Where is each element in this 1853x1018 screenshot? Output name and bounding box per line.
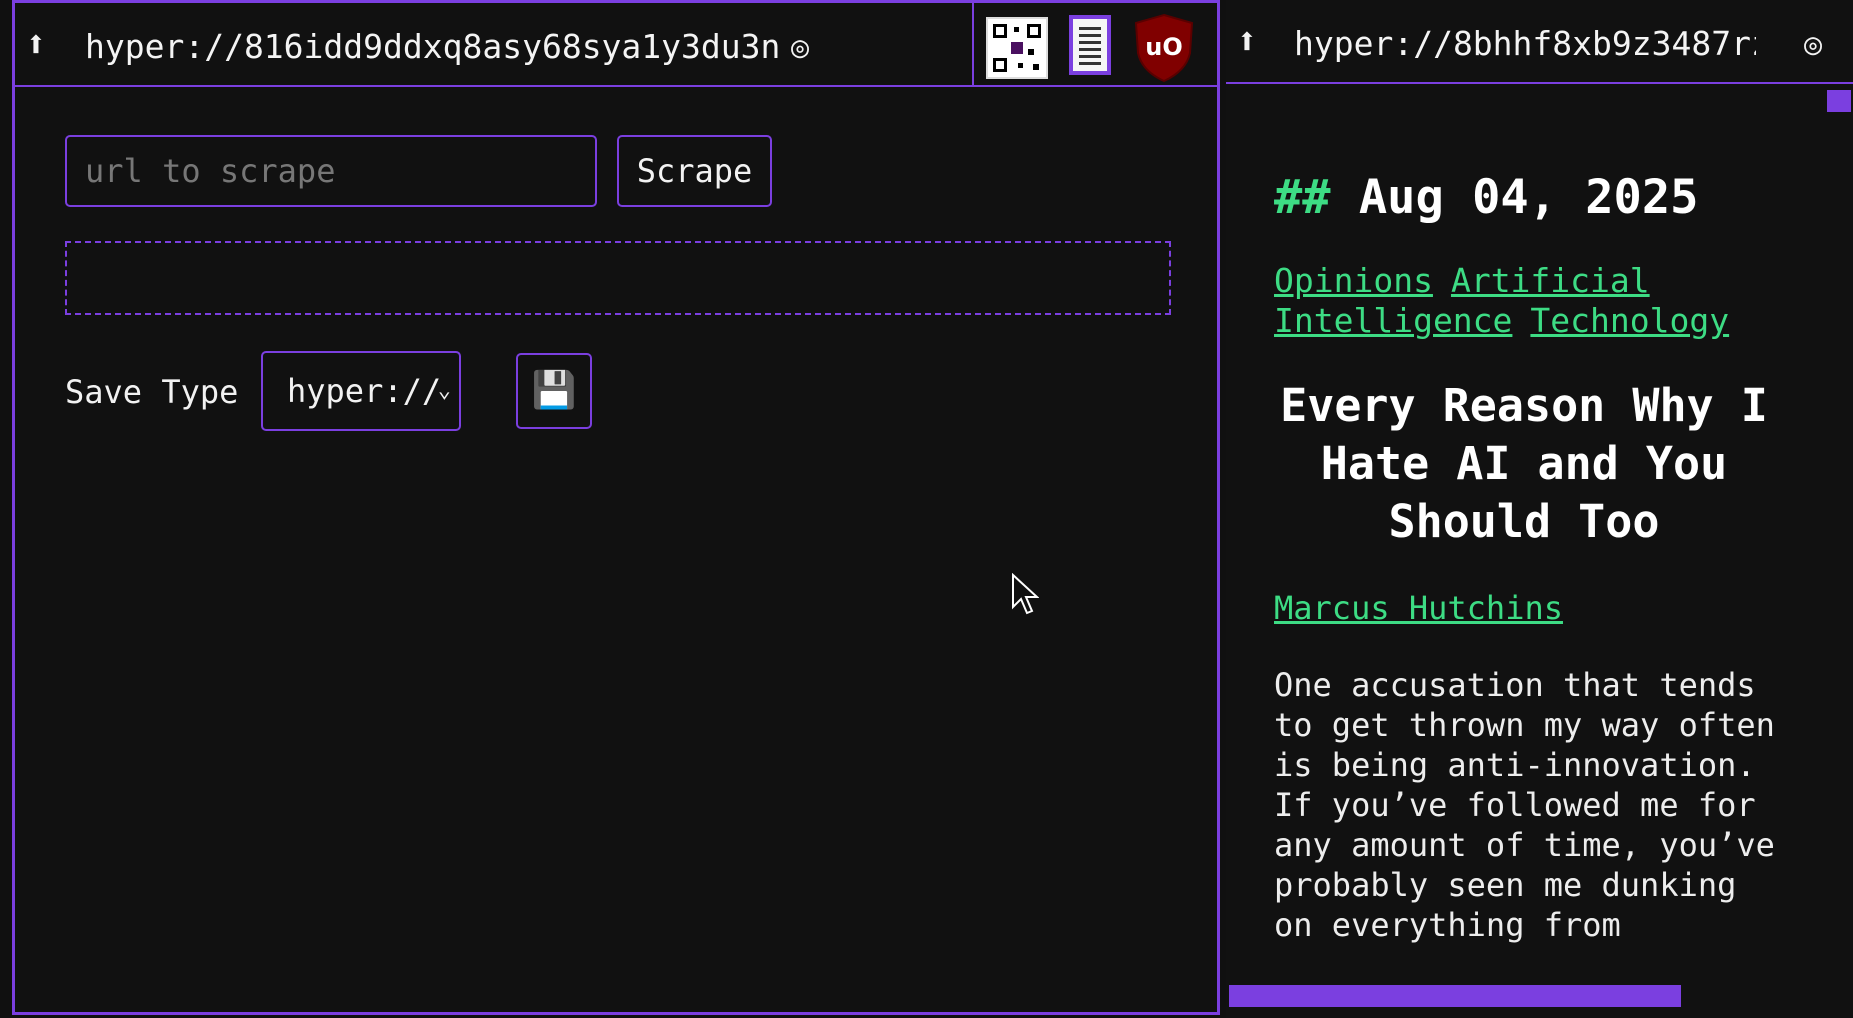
tag-link-technology[interactable]: Technology bbox=[1530, 301, 1729, 340]
target-icon[interactable]: ◎ bbox=[1804, 20, 1822, 70]
right-url-field[interactable]: hyper://8bhhf8xb9z3487rzw bbox=[1294, 23, 1756, 65]
url-to-scrape-input[interactable] bbox=[65, 135, 597, 207]
horizontal-scrollbar-thumb[interactable] bbox=[1229, 985, 1681, 1007]
article: ## Aug 04, 2025 Opinions Artificial Intel… bbox=[1274, 170, 1794, 945]
up-arrow-icon[interactable]: ⬆ bbox=[1236, 14, 1258, 70]
qr-code-icon[interactable] bbox=[986, 17, 1048, 79]
left-url-field[interactable]: hyper://816idd9ddxq8asy68sya1y3du3nyipis… bbox=[85, 26, 779, 68]
ublock-origin-icon[interactable]: uO bbox=[1132, 13, 1196, 83]
article-title: Every Reason Why I Hate AI and You Shoul… bbox=[1280, 379, 1768, 548]
right-url-bar: ⬆ hyper://8bhhf8xb9z3487rzw ◎ bbox=[1226, 0, 1853, 84]
floppy-disk-icon: 💾 bbox=[531, 370, 577, 411]
save-type-value: hyper:// bbox=[287, 372, 442, 410]
save-button[interactable]: 💾 bbox=[516, 353, 592, 429]
left-browser-pane: ⬆ hyper://816idd9ddxq8asy68sya1y3du3nyip… bbox=[12, 0, 1220, 1015]
chevron-down-icon: ⌄ bbox=[437, 378, 451, 403]
mouse-cursor-icon bbox=[1012, 573, 1039, 615]
up-arrow-icon[interactable]: ⬆ bbox=[25, 17, 47, 73]
article-body: One accusation that tends to get thrown … bbox=[1274, 666, 1775, 944]
scrape-result-area bbox=[65, 241, 1171, 315]
vertical-scrollbar-thumb[interactable] bbox=[1827, 90, 1851, 112]
save-type-label: Save Type bbox=[65, 373, 239, 411]
left-url-bar: ⬆ hyper://816idd9ddxq8asy68sya1y3du3nyip… bbox=[15, 3, 1217, 87]
tag-link-opinions[interactable]: Opinions bbox=[1274, 261, 1433, 300]
scrape-button[interactable]: Scrape bbox=[617, 135, 772, 207]
save-type-select[interactable]: hyper:// ⌄ bbox=[261, 351, 461, 431]
author-link[interactable]: Marcus Hutchins bbox=[1274, 589, 1776, 627]
right-browser-pane: ⬆ hyper://8bhhf8xb9z3487rzw ◎ ## Aug 04,… bbox=[1226, 0, 1853, 1018]
document-icon[interactable] bbox=[1069, 15, 1111, 75]
target-icon[interactable]: ◎ bbox=[791, 23, 809, 73]
tag-list: Opinions Artificial Intelligence Technolog… bbox=[1274, 261, 1794, 341]
article-date: ## Aug 04, 2025 bbox=[1274, 170, 1699, 225]
extensions-toolbar: uO bbox=[972, 3, 1217, 87]
svg-text:uO: uO bbox=[1145, 33, 1183, 61]
